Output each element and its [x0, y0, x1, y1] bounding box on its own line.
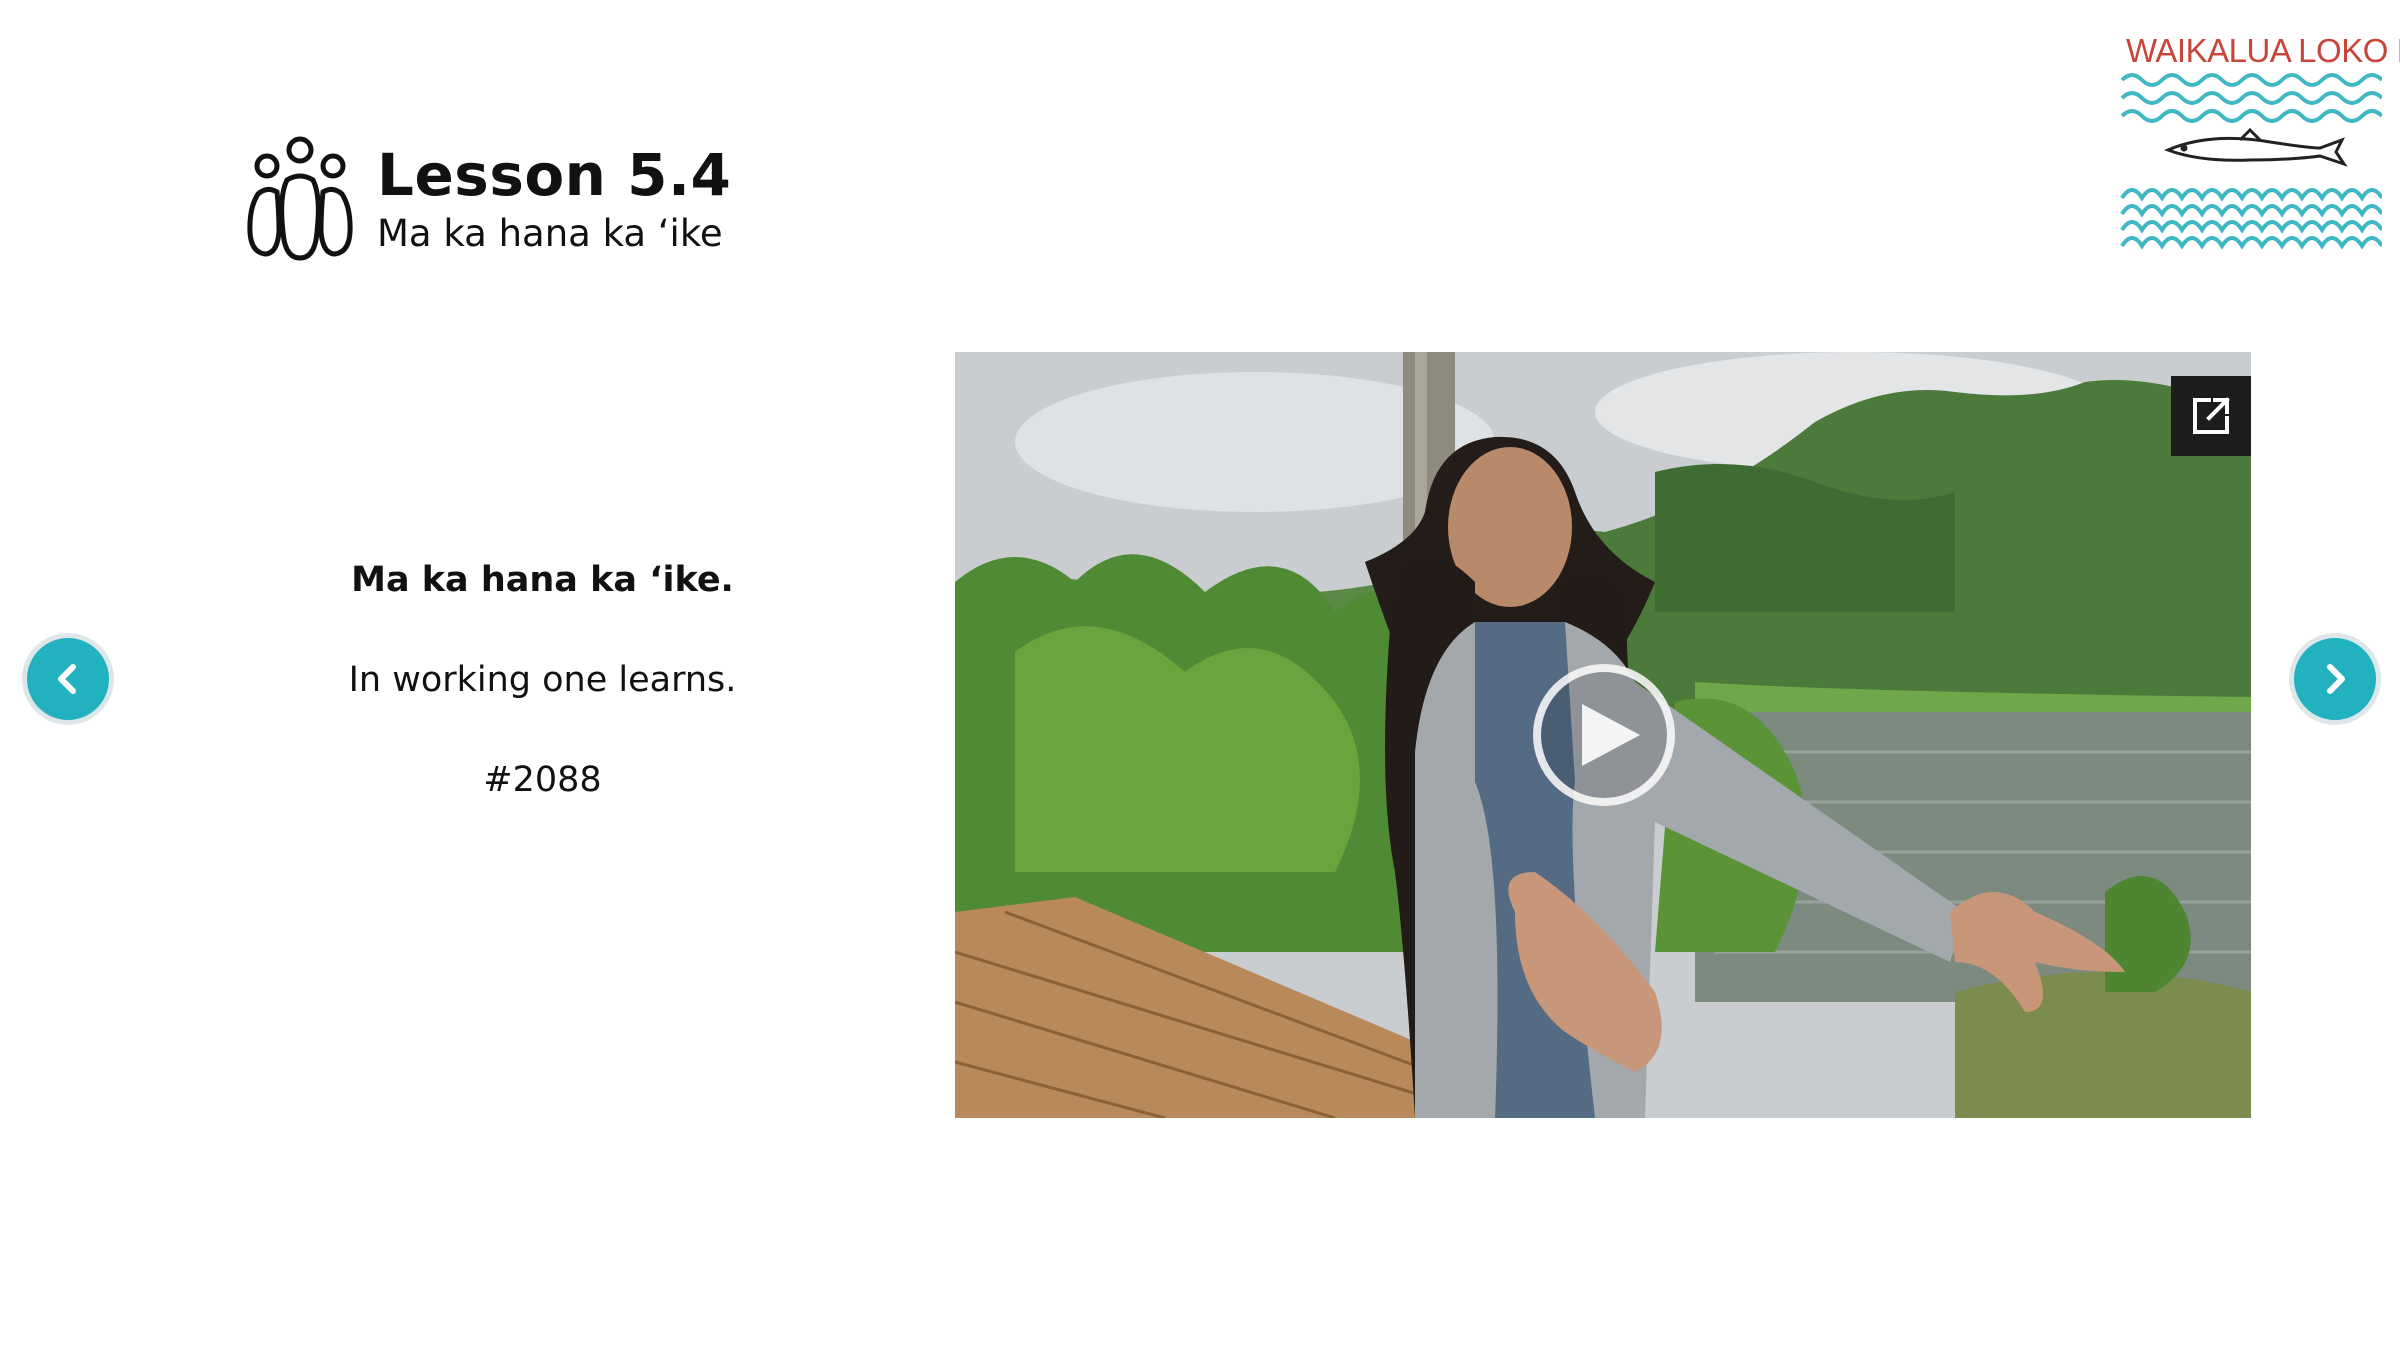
- translation-text: In working one learns.: [348, 660, 737, 700]
- play-button[interactable]: [1533, 664, 1675, 806]
- lesson-title: Lesson 5.4: [377, 141, 732, 210]
- chevron-left-icon: [58, 664, 76, 694]
- proverb-panel: Ma ka hana ka ‘ike. In working one learn…: [300, 545, 785, 815]
- logo-text: WAIKALUA LOKO I‘A: [2126, 32, 2400, 69]
- next-slide-button[interactable]: [2289, 633, 2381, 725]
- lesson-subtitle: Ma ka hana ka ‘ike: [377, 212, 723, 256]
- previous-slide-button[interactable]: [22, 633, 114, 725]
- open-in-new-icon: [2193, 397, 2230, 434]
- open-in-new-window-button[interactable]: [2171, 376, 2251, 456]
- lesson-header: Lesson 5.4 Ma ka hana ka ‘ike: [245, 136, 731, 266]
- video-player[interactable]: [955, 352, 2251, 1118]
- play-icon: [1582, 704, 1640, 766]
- title-block: Lesson 5.4 Ma ka hana ka ‘ike: [377, 145, 731, 256]
- people-group-icon: [247, 136, 353, 261]
- proverb-number: #2088: [483, 760, 602, 800]
- waikalua-logo: WAIKALUA LOKO I‘A: [2120, 28, 2400, 250]
- chevron-right-icon: [2327, 664, 2345, 694]
- logo-waves-fish-icon: [2120, 73, 2382, 250]
- proverb-text: Ma ka hana ka ‘ike.: [351, 560, 734, 600]
